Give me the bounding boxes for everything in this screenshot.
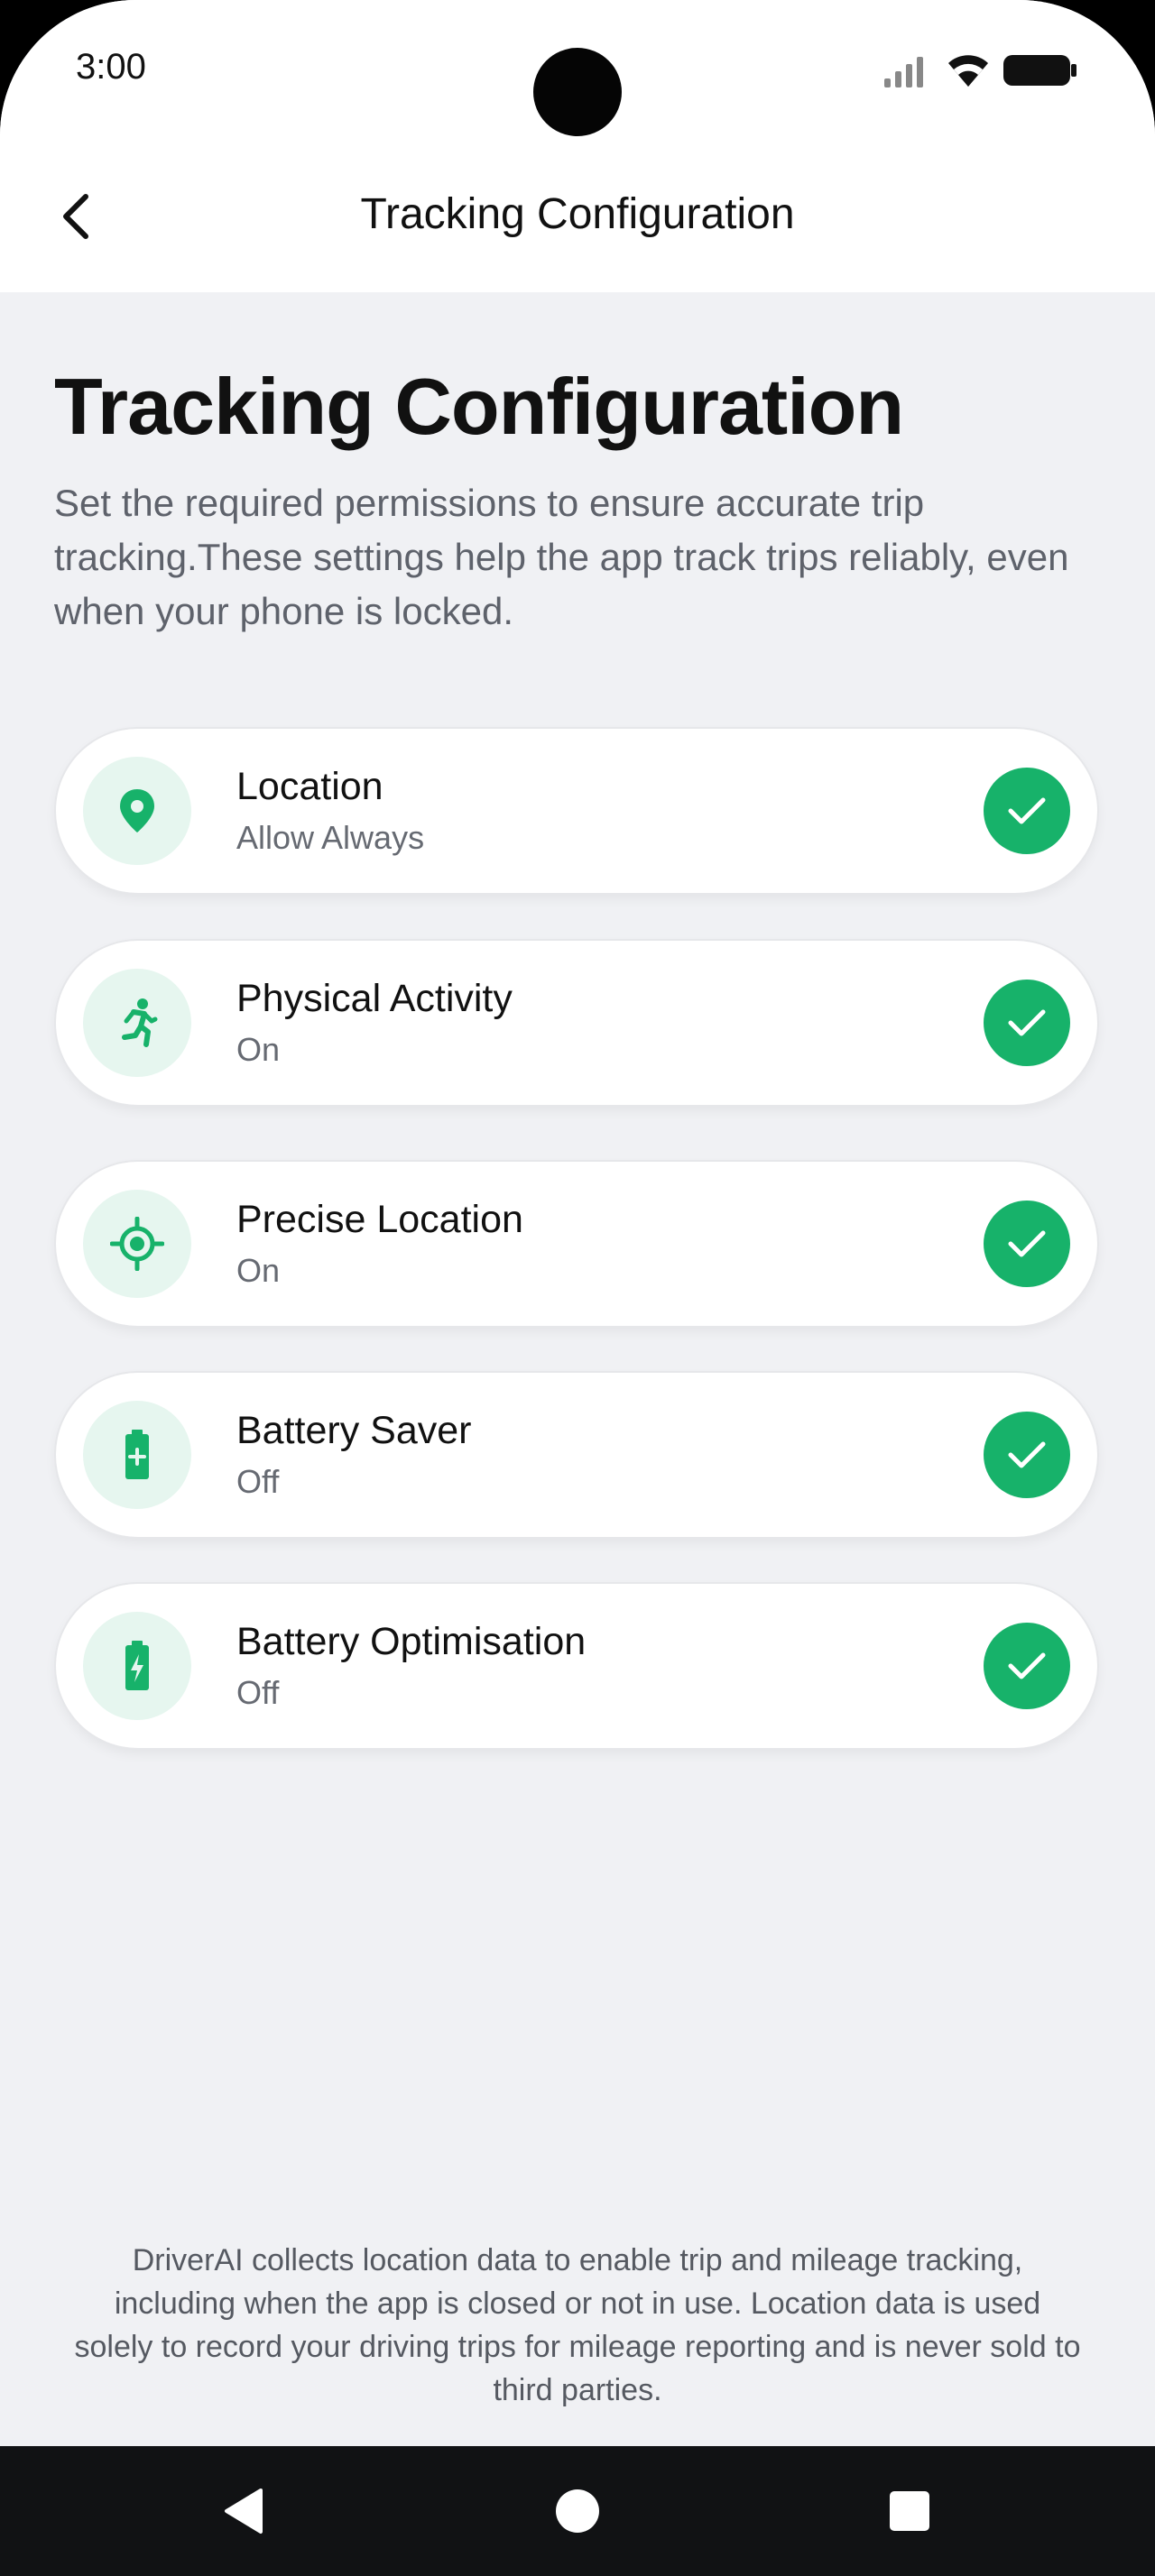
nav-back-button[interactable]: [189, 2446, 298, 2576]
check-badge: [984, 768, 1070, 854]
circle-home-icon: [556, 2489, 599, 2533]
permission-label: Physical Activity: [236, 977, 513, 1020]
permission-card-physical-activity[interactable]: Physical Activity On: [56, 941, 1097, 1105]
permission-card-location[interactable]: Location Allow Always: [56, 729, 1097, 893]
signal-icon: [884, 57, 923, 87]
permission-status: On: [236, 1252, 281, 1289]
system-navigation-bar: [0, 2446, 1155, 2576]
nav-home-button[interactable]: [523, 2446, 632, 2576]
phone-screen: 3:00 Tracking Configuration Tracking Con…: [0, 0, 1155, 2576]
permission-status: On: [236, 1031, 281, 1068]
battery-plus-icon: [125, 1430, 149, 1479]
check-badge: [984, 1623, 1070, 1709]
wifi-icon: [948, 55, 988, 87]
privacy-disclaimer: DriverAI collects location data to enabl…: [74, 2243, 1081, 2407]
permission-label: Battery Optimisation: [236, 1620, 587, 1663]
front-camera: [533, 48, 622, 136]
gps-target-icon: [110, 1217, 164, 1271]
permission-label: Battery Saver: [236, 1409, 472, 1452]
check-badge: [984, 1201, 1070, 1287]
permission-status: Allow Always: [236, 819, 425, 856]
page-description: Set the required permissions to ensure a…: [54, 482, 1069, 632]
checkmark-icon: [1008, 1652, 1046, 1679]
page-title: Tracking Configuration: [54, 362, 904, 451]
status-time: 3:00: [76, 47, 146, 87]
battery-icon: [1003, 55, 1076, 86]
checkmark-icon: [1008, 1230, 1046, 1257]
icon-badge: [83, 1612, 191, 1720]
check-badge: [984, 1412, 1070, 1498]
permission-label: Precise Location: [236, 1198, 523, 1241]
battery-bolt-icon: [125, 1641, 149, 1690]
permission-card-battery-optimisation[interactable]: Battery Optimisation Off: [56, 1584, 1097, 1748]
check-badge: [984, 980, 1070, 1066]
triangle-back-icon: [225, 2489, 263, 2534]
permission-status: Off: [236, 1463, 280, 1500]
icon-badge: [83, 969, 191, 1077]
checkmark-icon: [1008, 1441, 1046, 1468]
permission-status: Off: [236, 1674, 280, 1711]
square-recents-icon: [890, 2491, 929, 2531]
checkmark-icon: [1008, 1009, 1046, 1036]
icon-badge: [83, 757, 191, 865]
header-title: Tracking Configuration: [360, 190, 795, 238]
icon-badge: [83, 1190, 191, 1298]
permission-label: Location: [236, 765, 383, 808]
top-app-bar: 3:00 Tracking Configuration: [0, 0, 1155, 292]
running-person-icon: [122, 998, 158, 1047]
checkmark-icon: [1008, 797, 1046, 824]
permission-card-precise-location[interactable]: Precise Location On: [56, 1162, 1097, 1326]
permission-card-battery-saver[interactable]: Battery Saver Off: [56, 1373, 1097, 1537]
location-pin-icon: [120, 789, 154, 833]
icon-badge: [83, 1401, 191, 1509]
nav-recents-button[interactable]: [855, 2446, 964, 2576]
status-icons: [882, 52, 1077, 88]
